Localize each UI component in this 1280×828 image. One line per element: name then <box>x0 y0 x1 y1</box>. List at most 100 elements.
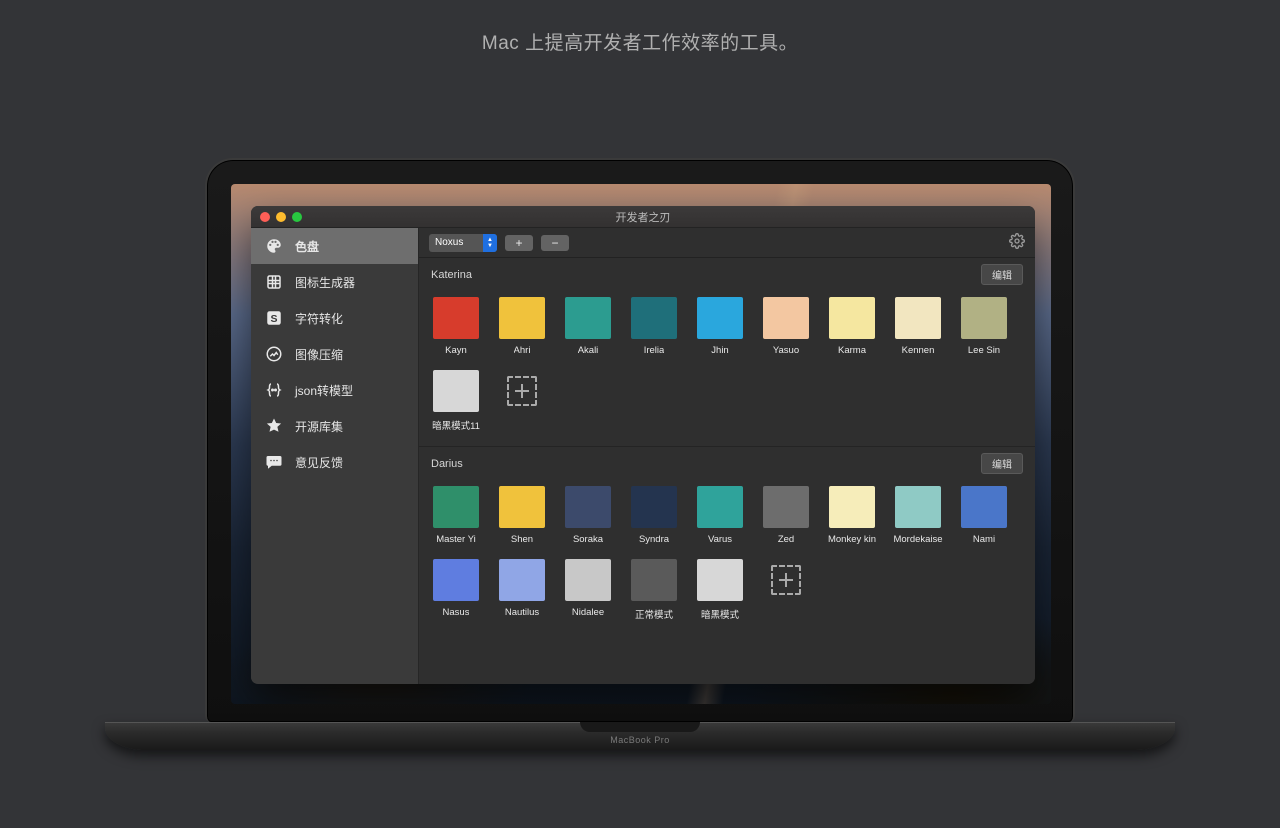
letter-s-icon: S <box>265 309 283 327</box>
swatch[interactable]: Nasus <box>433 559 479 621</box>
color-chip <box>565 559 611 601</box>
color-chip <box>895 297 941 339</box>
sidebar-item-label: json转模型 <box>295 382 353 399</box>
swatch[interactable]: Syndra <box>631 486 677 545</box>
sidebar-item-image-circle[interactable]: 图像压缩 <box>251 336 418 372</box>
swatch-label: Yasuo <box>773 345 799 356</box>
swatch-grid: Kayn Ahri Akali Irelia Jhin Yasuo Karma Kennen L… <box>419 291 1035 446</box>
swatch[interactable]: Nami <box>961 486 1007 545</box>
add-group-button[interactable]: + <box>505 235 533 251</box>
sidebar-item-palette[interactable]: 色盘 <box>251 228 418 264</box>
swatch[interactable]: 暗黑模式 <box>697 559 743 621</box>
swatch[interactable]: Karma <box>829 297 875 356</box>
color-chip <box>697 559 743 601</box>
swatch[interactable]: Monkey kin <box>829 486 875 545</box>
color-chip <box>631 559 677 601</box>
swatch[interactable]: Nidalee <box>565 559 611 621</box>
color-chip <box>433 297 479 339</box>
window-title: 开发者之刃 <box>251 209 1035 225</box>
color-chip <box>433 370 479 412</box>
palette-icon <box>265 237 283 255</box>
sidebar-item-label: 意见反馈 <box>295 454 343 471</box>
swatch[interactable]: Nautilus <box>499 559 545 621</box>
swatch-label: Ahri <box>514 345 531 356</box>
app-window: 开发者之刃 色盘图标生成器 S 字符转化图像压缩 json转模型开源库集意见反馈 No… <box>251 206 1035 684</box>
sidebar-item-label: 图标生成器 <box>295 274 355 291</box>
swatch[interactable]: 正常模式 <box>631 559 677 621</box>
swatch-label: 暗黑模式 <box>701 607 739 621</box>
swatch-grid: Master Yi Shen Soraka Syndra Varus Zed Monkey … <box>419 480 1035 635</box>
sidebar-item-grid[interactable]: 图标生成器 <box>251 264 418 300</box>
swatch[interactable]: Ahri <box>499 297 545 356</box>
gear-icon[interactable] <box>1009 233 1025 252</box>
add-swatch-button[interactable] <box>499 370 545 432</box>
add-swatch-button[interactable] <box>763 559 809 621</box>
sidebar-item-braces[interactable]: json转模型 <box>251 372 418 408</box>
grid-icon <box>265 273 283 291</box>
swatch-label: 暗黑模式11 <box>432 418 480 432</box>
plus-icon <box>771 565 801 595</box>
color-chip <box>829 486 875 528</box>
color-chip <box>631 486 677 528</box>
swatch-label: Varus <box>708 534 732 545</box>
sidebar-item-chat[interactable]: 意见反馈 <box>251 444 418 480</box>
color-chip <box>763 297 809 339</box>
laptop-model-label: MacBook Pro <box>610 735 670 745</box>
star-icon <box>265 417 283 435</box>
color-chip <box>697 297 743 339</box>
swatch-label: Lee Sin <box>968 345 1000 356</box>
swatch-label: 正常模式 <box>635 607 673 621</box>
sidebar: 色盘图标生成器 S 字符转化图像压缩 json转模型开源库集意见反馈 <box>251 228 419 684</box>
swatch[interactable]: Kayn <box>433 297 479 356</box>
laptop-base: MacBook Pro <box>105 722 1175 750</box>
swatch[interactable]: Zed <box>763 486 809 545</box>
swatch-label: Kennen <box>902 345 935 356</box>
color-chip <box>829 297 875 339</box>
swatch[interactable]: 暗黑模式11 <box>433 370 479 432</box>
swatch-label: Shen <box>511 534 533 545</box>
color-chip <box>499 559 545 601</box>
swatch[interactable]: Mordekaise <box>895 486 941 545</box>
color-chip <box>763 486 809 528</box>
sidebar-item-label: 色盘 <box>295 238 319 255</box>
tagline: Mac 上提高开发者工作效率的工具。 <box>0 28 1280 55</box>
remove-group-button[interactable]: − <box>541 235 569 251</box>
palette-group-select[interactable]: Noxus ▲▼ <box>429 234 497 252</box>
sidebar-item-star[interactable]: 开源库集 <box>251 408 418 444</box>
swatch[interactable]: Varus <box>697 486 743 545</box>
swatch[interactable]: Kennen <box>895 297 941 356</box>
swatch[interactable]: Akali <box>565 297 611 356</box>
image-circle-icon <box>265 345 283 363</box>
swatch-label: Zed <box>778 534 794 545</box>
swatch-label: Soraka <box>573 534 603 545</box>
swatch-label: Nasus <box>443 607 470 618</box>
color-chip <box>565 486 611 528</box>
swatch[interactable]: Irelia <box>631 297 677 356</box>
swatch-label: Mordekaise <box>893 534 942 545</box>
color-chip <box>697 486 743 528</box>
swatch[interactable]: Lee Sin <box>961 297 1007 356</box>
swatch[interactable]: Jhin <box>697 297 743 356</box>
sidebar-item-letter-s[interactable]: S 字符转化 <box>251 300 418 336</box>
palette-name: Katerina <box>431 269 472 281</box>
color-chip <box>961 297 1007 339</box>
color-chip <box>499 486 545 528</box>
swatch-label: Monkey kin <box>828 534 876 545</box>
swatch[interactable]: Shen <box>499 486 545 545</box>
color-chip <box>433 486 479 528</box>
color-chip <box>631 297 677 339</box>
edit-button[interactable]: 编辑 <box>981 453 1023 474</box>
plus-icon <box>507 376 537 406</box>
palettes-container: Katerina编辑KaynAhriAkaliIreliaJhinYasuoKa… <box>419 258 1035 684</box>
swatch-label: Jhin <box>711 345 728 356</box>
swatch-label: Master Yi <box>436 534 476 545</box>
color-chip <box>499 297 545 339</box>
swatch-label: Kayn <box>445 345 467 356</box>
sidebar-item-label: 字符转化 <box>295 310 343 327</box>
swatch[interactable]: Master Yi <box>433 486 479 545</box>
select-value: Noxus <box>435 237 463 248</box>
edit-button[interactable]: 编辑 <box>981 264 1023 285</box>
swatch[interactable]: Soraka <box>565 486 611 545</box>
swatch[interactable]: Yasuo <box>763 297 809 356</box>
palette-header: Katerina 编辑 <box>419 258 1035 291</box>
